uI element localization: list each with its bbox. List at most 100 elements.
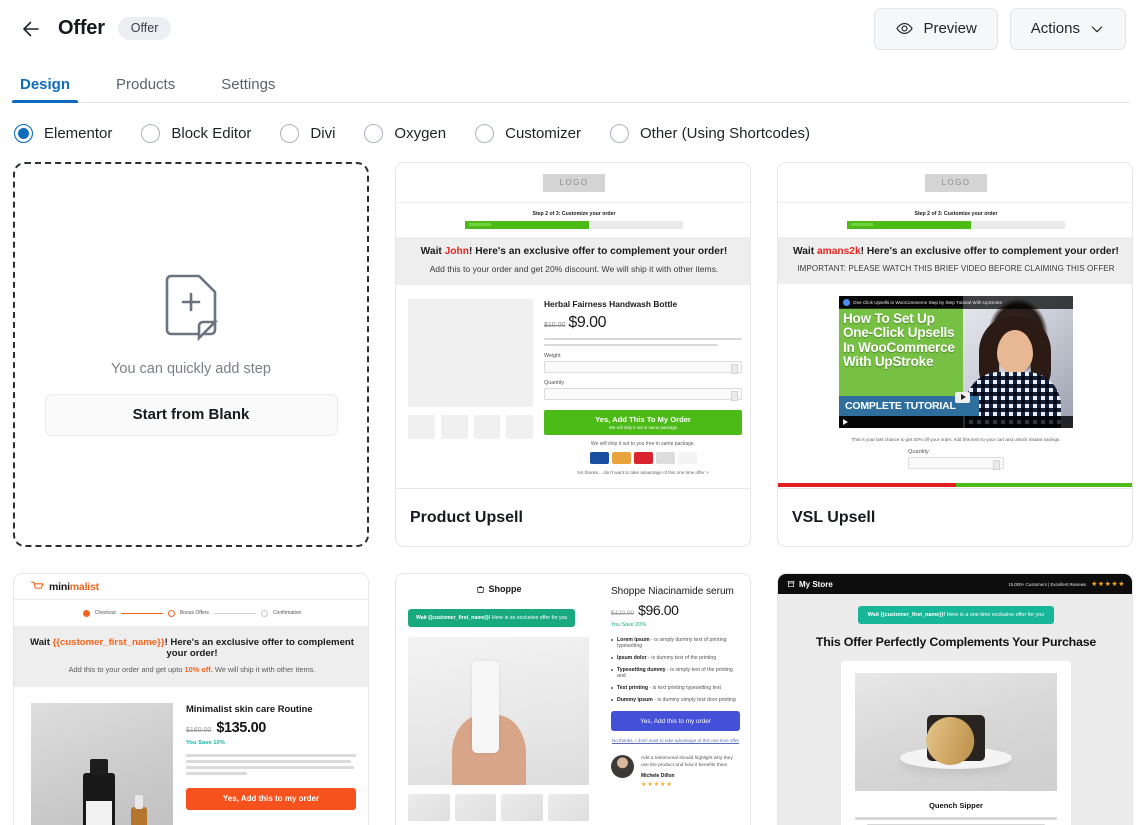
mock-decline-link[interactable]: No thanks... don't want to take advantag… [544,470,742,475]
start-from-blank-card[interactable]: You can quickly add step Start from Blan… [13,162,369,547]
tab-settings[interactable]: Settings [213,77,283,103]
video-line-2: One-Click Upsells [843,325,955,341]
preview-button[interactable]: Preview [874,7,998,50]
video-line-1: How To Set Up [843,310,935,326]
start-from-blank-button[interactable]: Start from Blank [44,393,338,436]
mock-gallery-thumbs [408,794,589,822]
template-card-my-store[interactable]: My Store 15,000+ Customers | Excellent R… [777,573,1133,825]
mock-cta-button[interactable]: Yes, Add This To My Order We will ship i… [544,410,742,436]
mock-old-price: $160.00 [186,727,212,734]
mock-progress-bar [465,221,683,229]
mock-logo: LOGO [543,173,605,192]
mock-right-column: Shoppe Niacinamide serum $120.00 $96.00 … [601,574,750,825]
video-line-4: With UpStroke [843,354,934,370]
mock-brand: minimalist [31,581,99,593]
radio-dot-icon [14,124,33,143]
list-item: Dummy ipsum - is dummy simply text door … [611,697,740,703]
play-button-icon[interactable] [955,391,970,403]
radio-label: Block Editor [171,125,252,142]
sub-a: Add this to your order and get upto [68,665,185,674]
radio-dot-icon [280,124,300,143]
video-controls-bar[interactable] [839,415,1073,428]
mock-headline-block: Wait {{customer_first_name}}! Here's an … [14,626,368,687]
actions-button[interactable]: Actions [1009,7,1126,50]
mock-subheadline: Add this to your order and get upto 10% … [22,665,362,674]
preview-button-label: Preview [923,20,977,37]
radio-oxygen[interactable]: Oxygen [364,124,446,143]
mock-decline-link[interactable]: No thanks, I don't want to take advantag… [611,738,740,743]
mock-field2[interactable] [544,388,742,402]
list-item: Typesetting dummy - is simply text of th… [611,667,740,679]
template-card-product-upsell[interactable]: LOGO Step 2 of 3: Customize your order W… [395,162,751,547]
mock-subheadline: Add this to your order and get 20% disco… [429,263,719,274]
radio-customizer[interactable]: Customizer [475,124,581,143]
mock-field1[interactable] [544,361,742,375]
tab-design[interactable]: Design [12,77,79,103]
mock-payment-icons [544,452,742,465]
radio-other-shortcodes[interactable]: Other (Using Shortcodes) [609,124,811,143]
mock-product-info: Minimalist skin care Routine $160.00 $13… [186,703,356,825]
headline-prefix: Wait [420,246,445,257]
mock-gallery [408,298,533,476]
brand-name: Shoppe [488,584,522,594]
avatar [611,755,634,778]
mock-product-photo [408,637,589,786]
step-current-icon [167,609,175,617]
mock-headline: Wait amans2k! Here's an exclusive offer … [790,246,1122,259]
mastercard-icon [633,452,653,465]
template-card-vsl-upsell[interactable]: LOGO Step 2 of 3: Customize your order W… [777,162,1133,547]
mock-product-title: Minimalist skin care Routine [186,703,313,714]
mock-body: Wait {{customer_first_name}}! Here is a … [778,594,1132,825]
template-card-shoppe[interactable]: Shoppe Wait {{customer_first_name}}! Her… [395,573,751,825]
mock-qty-field[interactable] [908,456,1004,470]
mock-dual-cta-bars [778,482,1132,487]
radio-block-editor[interactable]: Block Editor [141,124,251,143]
mock-product-image [408,298,533,407]
mock-cta-button[interactable]: Yes, Add this to my order [611,711,740,731]
radio-label: Customizer [505,125,581,142]
list-item: Text printing - is text printing typeset… [611,685,740,691]
radio-label: Divi [310,125,336,142]
mock-old-price: $10.00 [544,321,566,329]
headline-suffix: ! Here's an exclusive offer to complemen… [164,637,354,659]
tab-products[interactable]: Products [108,77,183,103]
step-label-3: Confirmation [272,610,302,616]
radio-label: Oxygen [394,125,447,142]
product-upsell-mock: LOGO Step 2 of 3: Customize your order W… [396,163,750,475]
mock-note: This is your last chance to get 20% off … [851,436,1061,442]
radio-elementor[interactable]: Elementor [14,124,112,143]
mock-save-label: You Save 10% [186,740,225,746]
mock-body: Minimalist skin care Routine $160.00 $13… [14,687,368,825]
back-button[interactable] [14,12,48,46]
radio-divi[interactable]: Divi [280,124,335,143]
template-thumbnail: LOGO Step 2 of 3: Customize your order W… [778,163,1132,488]
mock-testimonial: Add a testimonial should highlight why t… [611,755,740,788]
mock-cta-button[interactable]: Yes, Add this to my order [186,787,356,810]
mock-cta-sublabel: We will ship it out in same package [608,425,678,431]
mock-video-player[interactable]: One Click Upsells in WooCommerce Step by… [839,295,1073,428]
list-item: Lorem ipsum - is simply dummy text of pr… [611,637,740,649]
blank-card-hint: You can quickly add step [111,360,271,377]
template-name: Product Upsell [396,488,750,546]
template-name: VSL Upsell [778,488,1132,546]
product-dropper [131,795,147,825]
mock-progress-bar [847,221,1065,229]
rating-stars: ★★★★★ [641,782,673,789]
badge-bold: Wait {{customer_first_name}}! [867,612,946,618]
mock-description [544,337,742,347]
mock-save-label: You Save 20% [611,622,647,628]
mock-product-title: Herbal Fairness Handwash Bottle [544,298,678,309]
step-label-1: Checkout [94,610,116,616]
radio-dot-icon [475,124,495,143]
radio-label: Other (Using Shortcodes) [639,125,811,142]
badge-rest: Here is an exclusive offer for you [490,615,568,621]
template-card-minimalist[interactable]: minimalist Checkout Bonus Offers Confirm… [13,573,369,825]
badge-rest: Here is a one time exclusive offer for y… [945,612,1045,618]
vsl-upsell-mock: LOGO Step 2 of 3: Customize your order W… [778,163,1132,487]
add-page-icon [163,274,219,347]
headline-prefix: Wait [793,246,817,257]
mock-ship-note: We will ship it out to you free in same … [590,441,696,448]
mock-old-price: $120.00 [611,610,635,617]
chevron-down-icon [1091,25,1103,32]
mock-brand: My Store [787,580,833,589]
